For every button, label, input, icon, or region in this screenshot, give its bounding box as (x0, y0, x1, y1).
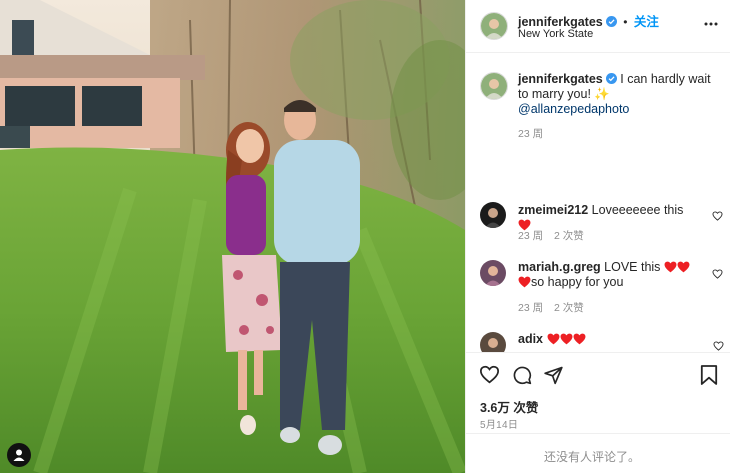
location-link[interactable]: New York State (518, 28, 593, 40)
couple-photo-image (0, 0, 465, 473)
like-comment-icon[interactable] (712, 208, 723, 226)
save-bookmark-icon[interactable] (700, 365, 718, 390)
sparkles-emoji: ✨ (594, 87, 610, 101)
comment-tail-text: so happy for you (531, 275, 624, 289)
caption-avatar[interactable] (480, 72, 508, 100)
comment-item: adix (466, 326, 730, 352)
share-paper-plane-icon[interactable] (543, 365, 564, 390)
comment-bubble-icon[interactable] (512, 365, 532, 390)
comment-time[interactable]: 23 周 (518, 302, 543, 314)
action-bar (466, 352, 730, 385)
likes-count[interactable]: 3.6万 次赞 (480, 397, 538, 416)
commenter-username[interactable]: adix (518, 332, 543, 346)
commenter-avatar[interactable] (480, 260, 506, 286)
like-heart-icon[interactable] (479, 365, 500, 389)
comment-time[interactable]: 23 周 (518, 230, 543, 242)
tag-user-icon[interactable] (7, 443, 31, 467)
caption-mention[interactable]: @allanzepedaphoto (518, 102, 629, 116)
caption-time[interactable]: 23 周 (518, 126, 543, 141)
comment-composer: 还没有人评论了。 (466, 433, 730, 474)
more-options-icon[interactable] (703, 16, 719, 37)
comment-placeholder: 还没有人评论了。 (544, 450, 641, 464)
separator-dot: • (623, 15, 628, 29)
author-username[interactable]: jenniferkgates (518, 15, 603, 29)
post-photo[interactable] (0, 0, 465, 473)
red-hearts-emoji (547, 332, 586, 346)
post-date[interactable]: 5月14日 (480, 416, 518, 431)
commenter-avatar[interactable] (480, 202, 506, 228)
commenter-username[interactable]: mariah.g.greg (518, 260, 601, 274)
like-comment-icon[interactable] (713, 338, 724, 352)
comment-text: LOVE this (604, 260, 661, 274)
commenter-username[interactable]: zmeimei212 (518, 203, 588, 217)
comment-likes[interactable]: 2 次赞 (554, 230, 584, 242)
caption-username[interactable]: jenniferkgates (518, 72, 603, 86)
follow-button[interactable]: 关注 (634, 15, 659, 29)
post-panel: jenniferkgates • 关注 New York State jenni… (465, 0, 730, 473)
like-comment-icon[interactable] (712, 266, 723, 284)
verified-badge-icon (605, 16, 617, 27)
post-modal: jenniferkgates • 关注 New York State jenni… (0, 0, 730, 473)
commenter-avatar[interactable] (480, 332, 506, 352)
post-header: jenniferkgates • 关注 New York State (466, 0, 730, 53)
comment-likes[interactable]: 2 次赞 (554, 302, 584, 314)
verified-badge-icon (605, 73, 617, 84)
comment-text: Loveeeeeee this (591, 203, 684, 217)
author-avatar[interactable] (480, 12, 508, 40)
